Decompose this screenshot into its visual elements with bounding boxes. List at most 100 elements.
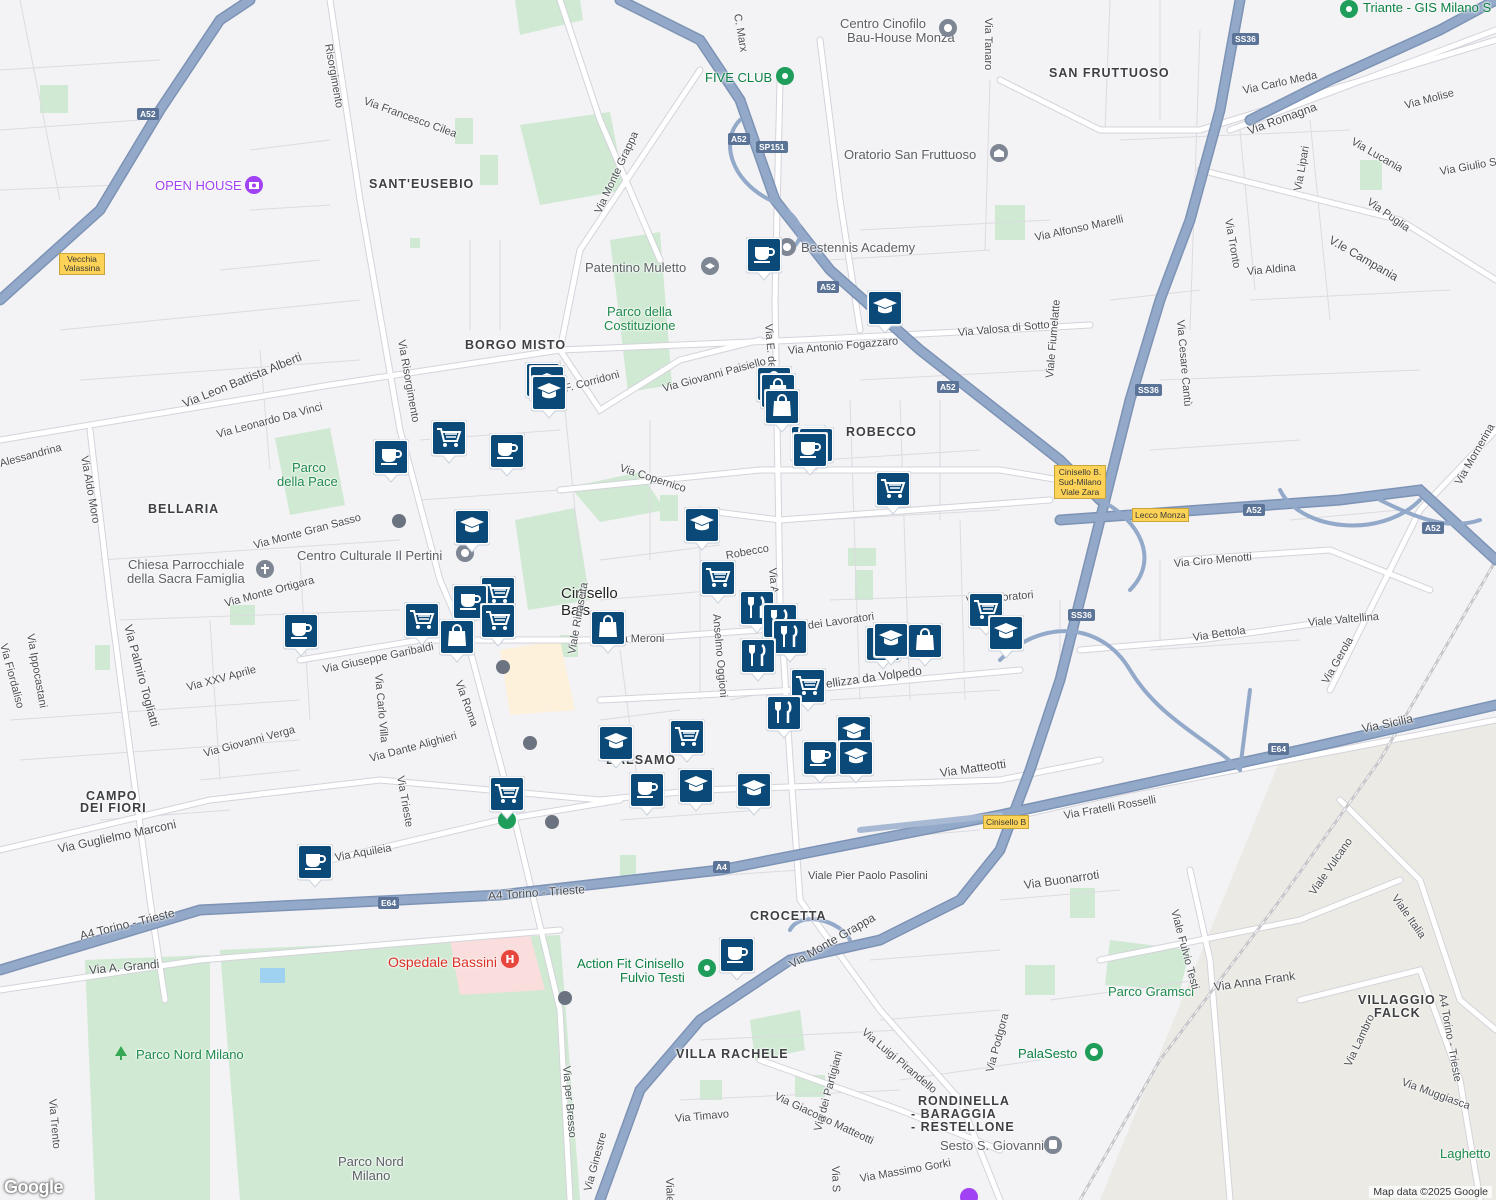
school-marker[interactable] [678, 768, 714, 816]
highway-shield: A52 [1422, 522, 1444, 534]
restaurant-icon [772, 619, 808, 663]
poi-label[interactable]: Laghetto [1440, 1146, 1491, 1161]
cafe-marker[interactable] [792, 432, 828, 480]
poi-label[interactable]: Centro Culturale Il Pertini [297, 548, 442, 563]
exit-sign: Cinisello B [983, 815, 1030, 829]
bus-stop-pin[interactable] [496, 660, 510, 674]
restaurant-icon [740, 638, 776, 682]
poi-label[interactable]: Oratorio San Fruttuoso [844, 147, 976, 162]
school-marker[interactable] [873, 622, 909, 670]
poi-label[interactable]: Ospedale Bassini [388, 954, 497, 970]
museum-pin[interactable] [960, 1188, 978, 1200]
hospital-pin[interactable]: H [501, 950, 519, 968]
sports-pin[interactable] [1085, 1043, 1103, 1061]
cafe-marker[interactable] [719, 937, 755, 985]
school-marker[interactable] [531, 375, 567, 423]
grocery-marker[interactable] [480, 603, 516, 651]
school-pin[interactable] [701, 257, 719, 275]
school-marker[interactable] [736, 772, 772, 820]
restaurant-marker[interactable] [772, 619, 808, 667]
poi-label[interactable]: della Pace [277, 474, 338, 489]
district-label: - BARAGGIA [911, 1107, 997, 1121]
grocery-icon [480, 603, 516, 647]
poi-label[interactable]: Parco [292, 460, 326, 475]
poi-label[interactable]: Milano [352, 1168, 390, 1183]
attribution[interactable]: Map data ©2025 Google [1369, 1186, 1492, 1198]
poi-label[interactable]: Bestennis Academy [801, 240, 915, 255]
poi-label[interactable]: Patentino Muletto [585, 260, 686, 275]
grocery-marker[interactable] [431, 420, 467, 468]
school-marker[interactable] [454, 509, 490, 557]
poi-label[interactable]: PalaSesto [1018, 1046, 1077, 1061]
school-marker[interactable] [838, 740, 874, 788]
cafe-icon [719, 937, 755, 981]
cafe-icon [629, 772, 665, 816]
grocery-marker[interactable] [875, 471, 911, 519]
poi-label[interactable]: Parco Nord Milano [136, 1047, 244, 1062]
school-marker[interactable] [598, 725, 634, 773]
school-icon [867, 290, 903, 334]
grocery-marker[interactable] [700, 560, 736, 608]
grocery-marker[interactable] [669, 719, 705, 767]
cafe-marker[interactable] [489, 433, 525, 481]
cafe-marker[interactable] [283, 613, 319, 661]
map-canvas[interactable]: SANT'EUSEBIO BORGO MISTO BELLARIA SAN FR… [0, 0, 1496, 1200]
station-pin[interactable] [1044, 1136, 1062, 1154]
grocery-icon [489, 776, 525, 820]
fitness-pin[interactable] [698, 959, 716, 977]
camera-pin[interactable] [245, 176, 263, 194]
poi-label[interactable]: Triante - GIS Milano S [1363, 0, 1491, 15]
school-marker[interactable] [867, 290, 903, 338]
fitness-pin[interactable] [776, 67, 794, 85]
poi-label[interactable]: Costituzione [604, 318, 676, 333]
school-marker[interactable] [684, 507, 720, 555]
grocery-marker[interactable] [489, 776, 525, 824]
cafe-marker[interactable] [373, 439, 409, 487]
grocery-marker[interactable] [404, 602, 440, 650]
district-label: BELLARIA [148, 502, 220, 516]
restaurant-marker[interactable] [740, 638, 776, 686]
school-marker[interactable] [988, 615, 1024, 663]
school-pin[interactable] [990, 144, 1008, 162]
fitness-pin[interactable] [1340, 0, 1358, 18]
cafe-marker[interactable] [629, 772, 665, 820]
cafe-marker[interactable] [297, 844, 333, 892]
bus-stop-pin[interactable] [545, 815, 559, 829]
district-label: FALCK [1374, 1006, 1421, 1020]
district-label: - RESTELLONE [911, 1120, 1015, 1134]
school-icon [988, 615, 1024, 659]
poi-label[interactable]: FIVE CLUB [705, 70, 772, 85]
cafe-icon [283, 613, 319, 657]
district-label: CROCETTA [750, 909, 827, 923]
poi-label[interactable]: Centro Cinofilo [840, 16, 926, 31]
school-icon [531, 375, 567, 419]
bus-stop-pin[interactable] [558, 991, 572, 1005]
district-label: VILLA RACHELE [676, 1047, 789, 1061]
poi-label[interactable]: Fulvio Testi [620, 970, 685, 985]
pet-pin[interactable] [939, 19, 957, 37]
poi-label[interactable]: Chiesa Parrocchiale [128, 557, 244, 572]
highway-shield: SS36 [1068, 609, 1095, 621]
bus-stop-pin[interactable] [523, 736, 537, 750]
poi-label[interactable]: Sesto S. Giovanni [940, 1138, 1044, 1153]
shopping-marker[interactable] [439, 619, 475, 667]
poi-label[interactable]: OPEN HOUSE [155, 178, 242, 193]
restaurant-marker[interactable] [766, 695, 802, 743]
poi-label[interactable]: Parco Gramsci [1108, 984, 1194, 999]
district-label: VILLAGGIO [1358, 993, 1436, 1007]
shopping-icon [590, 610, 626, 654]
school-icon [838, 740, 874, 784]
park-pin[interactable] [112, 1044, 130, 1062]
shopping-marker[interactable] [907, 623, 943, 671]
poi-label[interactable]: Action Fit Cinisello [577, 956, 684, 971]
shopping-marker[interactable] [590, 610, 626, 658]
school-icon [678, 768, 714, 812]
cafe-marker[interactable] [746, 237, 782, 285]
poi-label[interactable]: della Sacra Famiglia [127, 571, 245, 586]
church-pin[interactable] [256, 560, 274, 578]
poi-label[interactable]: Parco della [607, 304, 672, 319]
bus-stop-pin[interactable] [392, 514, 406, 528]
shopping-icon [439, 619, 475, 663]
cafe-marker[interactable] [802, 740, 838, 788]
poi-label[interactable]: Parco Nord [338, 1154, 404, 1169]
